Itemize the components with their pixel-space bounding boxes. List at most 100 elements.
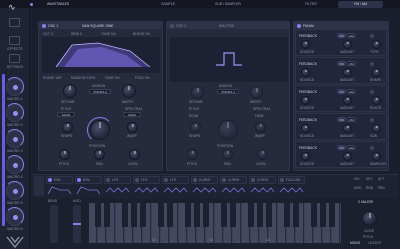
mod-source-pbd[interactable]: PBD	[378, 186, 385, 190]
osc2-scan-select[interactable]: SCAN	[189, 114, 198, 118]
macro-6-knob[interactable]	[5, 207, 24, 226]
mod-slot-toggle[interactable]	[222, 178, 226, 182]
mod-slot-toggle[interactable]	[164, 178, 168, 182]
osc2-shape-knob[interactable]	[190, 122, 201, 133]
fm-mode-button[interactable]: FM	[337, 89, 346, 94]
osc2-power-toggle[interactable]	[170, 23, 174, 28]
mod-source-aft[interactable]: AFT	[378, 177, 384, 181]
fm-am-slot-toggle[interactable]	[370, 118, 374, 122]
browser-icon[interactable]	[9, 54, 20, 63]
mod-slot-toggle[interactable]	[77, 178, 81, 182]
fm-am-source-select[interactable]: SOURCE	[300, 50, 314, 54]
tab-wavetables[interactable]: WAVETABLES	[38, 1, 78, 8]
osc2-mode[interactable]: INACTIVE	[219, 24, 235, 28]
black-key[interactable]	[167, 203, 173, 227]
black-key[interactable]	[203, 203, 209, 227]
fm-am-amount-knob[interactable]	[343, 96, 352, 105]
fm-am-amount-knob[interactable]	[343, 40, 352, 49]
mod-slot-toggle[interactable]	[280, 178, 284, 182]
osc2-fade-select[interactable]: FADE	[255, 114, 264, 118]
osc1-data-select[interactable]: DATA	[123, 112, 141, 117]
osc1-blend[interactable]: BLEND 0%	[133, 32, 150, 36]
black-key[interactable]	[104, 203, 110, 227]
fm-am-mode-knob[interactable]	[372, 96, 381, 105]
osc1-fade[interactable]: FADE 0%	[105, 76, 120, 80]
osc1-level-knob[interactable]	[129, 149, 140, 160]
black-key[interactable]	[320, 203, 326, 227]
osc2-unison-voices[interactable]: VOICES 1	[217, 89, 239, 94]
black-key[interactable]	[122, 203, 128, 227]
fm-am-mode-knob[interactable]	[372, 40, 381, 49]
fm-mode-button[interactable]: FM	[337, 61, 346, 66]
tab-fm-am[interactable]: FM / AM	[338, 1, 383, 8]
black-key[interactable]	[185, 203, 191, 227]
black-key[interactable]	[131, 203, 137, 227]
osc1-unison-voices[interactable]: VOICES 2	[89, 89, 111, 94]
mod-slot-toggle[interactable]	[48, 178, 52, 182]
black-key[interactable]	[230, 203, 236, 227]
mod-slot-toggle[interactable]	[193, 178, 197, 182]
osc2-detune-knob[interactable]	[191, 86, 204, 99]
osc1-shape-knob[interactable]	[62, 122, 73, 133]
am-mode-button[interactable]: AM	[347, 33, 356, 38]
fm-am-slot-toggle[interactable]	[370, 90, 374, 94]
osc2-wave-display[interactable]	[170, 37, 288, 82]
mod-bar-handle[interactable]	[34, 176, 44, 196]
black-key[interactable]	[284, 203, 290, 227]
am-mode-button[interactable]: AM	[347, 89, 356, 94]
fm-am-mode-knob[interactable]	[372, 152, 381, 161]
fm-am-slot-toggle[interactable]	[370, 62, 374, 66]
fm-am-source-select[interactable]: SOURCE	[300, 162, 314, 166]
black-key[interactable]	[311, 203, 317, 227]
black-key[interactable]	[95, 203, 101, 227]
fm-am-feedback-knob[interactable]	[301, 152, 310, 161]
osc2-pitch-knob[interactable]	[187, 149, 198, 160]
fm-am-feedback-knob[interactable]	[301, 40, 310, 49]
osc1-width-knob[interactable]	[122, 84, 136, 98]
osc1-scan-select[interactable]: SCAN	[57, 112, 75, 117]
scale-select[interactable]: C MAJOR	[358, 200, 373, 204]
fm-am-source-select[interactable]: SOURCE	[300, 78, 314, 82]
fm-mode-button[interactable]: FM	[337, 145, 346, 150]
macro-5-knob[interactable]	[5, 181, 24, 200]
osc1-wavetable-name[interactable]: SAW SQUARE SINE	[82, 24, 113, 28]
black-key[interactable]	[194, 203, 200, 227]
black-key[interactable]	[266, 203, 272, 227]
black-key[interactable]	[140, 203, 146, 227]
settings-icon[interactable]	[9, 36, 20, 45]
fm-am-source-select[interactable]: SOURCE	[300, 134, 314, 138]
osc1-semi[interactable]: SEMI 0	[71, 32, 82, 36]
osc1-power-toggle[interactable]	[42, 23, 46, 28]
mod-slot-toggle[interactable]	[135, 178, 139, 182]
tab-sample[interactable]: SAMPLE	[156, 1, 180, 8]
black-key[interactable]	[329, 203, 335, 227]
macro-2-knob[interactable]	[5, 103, 24, 122]
am-mode-button[interactable]: AM	[347, 145, 356, 150]
macro-4-knob[interactable]	[5, 155, 24, 174]
osc1-oct[interactable]: OCT 0	[43, 32, 53, 36]
osc1-pitch-knob[interactable]	[59, 149, 70, 160]
fm-mode-button[interactable]: FM	[337, 33, 346, 38]
osc1-random[interactable]: RANDOM 100%	[71, 76, 95, 80]
osc2-warp-knob[interactable]	[255, 122, 266, 133]
osc1-pan-knob[interactable]	[94, 149, 105, 160]
keyboard-icon[interactable]	[9, 18, 20, 27]
osc2-pan-knob[interactable]	[222, 149, 233, 160]
tab-sub-sampler[interactable]: SUB / SAMPLER	[208, 1, 248, 8]
am-mode-button[interactable]: AM	[347, 61, 356, 66]
mod-slot-toggle[interactable]	[106, 178, 110, 182]
macro-1-knob[interactable]	[5, 77, 24, 96]
osc1-wavetable-display[interactable]	[42, 37, 160, 73]
fm-am-power-toggle[interactable]	[297, 23, 301, 28]
fm-am-feedback-knob[interactable]	[301, 124, 310, 133]
tab-filter[interactable]: FILTER	[300, 1, 322, 8]
black-key[interactable]	[248, 203, 254, 227]
macro-3-knob[interactable]	[5, 129, 24, 148]
fm-am-feedback-knob[interactable]	[301, 68, 310, 77]
black-key[interactable]	[158, 203, 164, 227]
pitch-bend-wheel[interactable]	[50, 205, 58, 243]
fm-am-slot-toggle[interactable]	[370, 34, 374, 38]
fm-am-mode-knob[interactable]	[372, 124, 381, 133]
black-key[interactable]	[293, 203, 299, 227]
fm-am-amount-knob[interactable]	[343, 124, 352, 133]
